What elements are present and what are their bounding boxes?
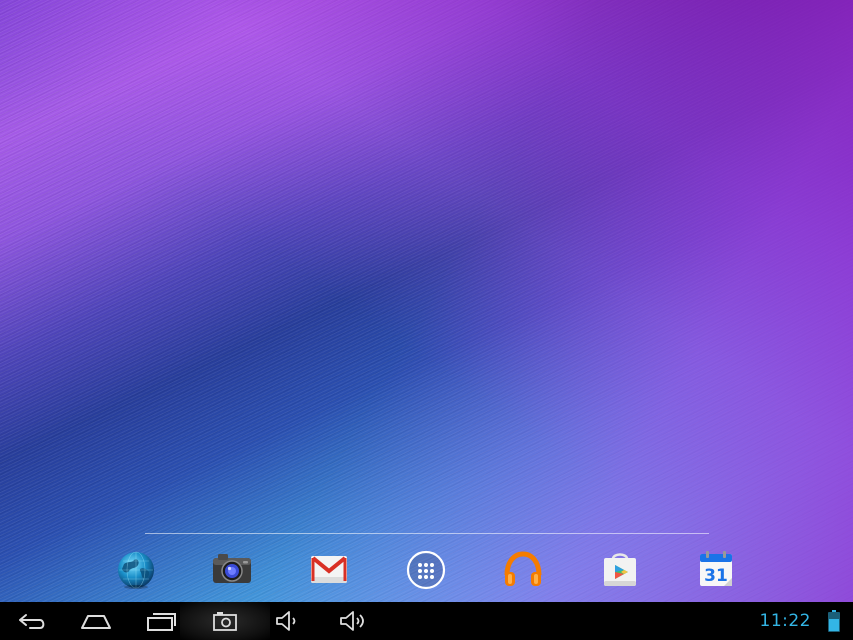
clock[interactable]: 11:22 (760, 611, 812, 631)
globe-icon[interactable] (114, 547, 158, 591)
back-icon[interactable] (10, 606, 54, 636)
gmail-icon[interactable] (307, 547, 351, 591)
screenshot-icon[interactable] (203, 606, 247, 636)
volume-down-icon[interactable] (265, 606, 309, 636)
dock-divider (145, 533, 709, 534)
calendar-date-label: 31 (704, 566, 728, 586)
battery-icon[interactable] (828, 610, 840, 632)
system-navigation-bar: 11:22 (0, 602, 853, 640)
home-icon[interactable] (74, 606, 118, 636)
home-screen: 31 11:22 (0, 0, 853, 640)
calendar-icon[interactable]: 31 (694, 547, 738, 591)
headphones-icon[interactable] (501, 547, 545, 591)
hotseat-dock: 31 (86, 542, 766, 596)
volume-up-icon[interactable] (329, 606, 373, 636)
camera-icon[interactable] (210, 547, 254, 591)
play-store-icon[interactable] (598, 547, 642, 591)
all-apps-icon[interactable] (404, 547, 448, 591)
recents-icon[interactable] (139, 606, 183, 636)
wallpaper-overlay (0, 0, 853, 602)
